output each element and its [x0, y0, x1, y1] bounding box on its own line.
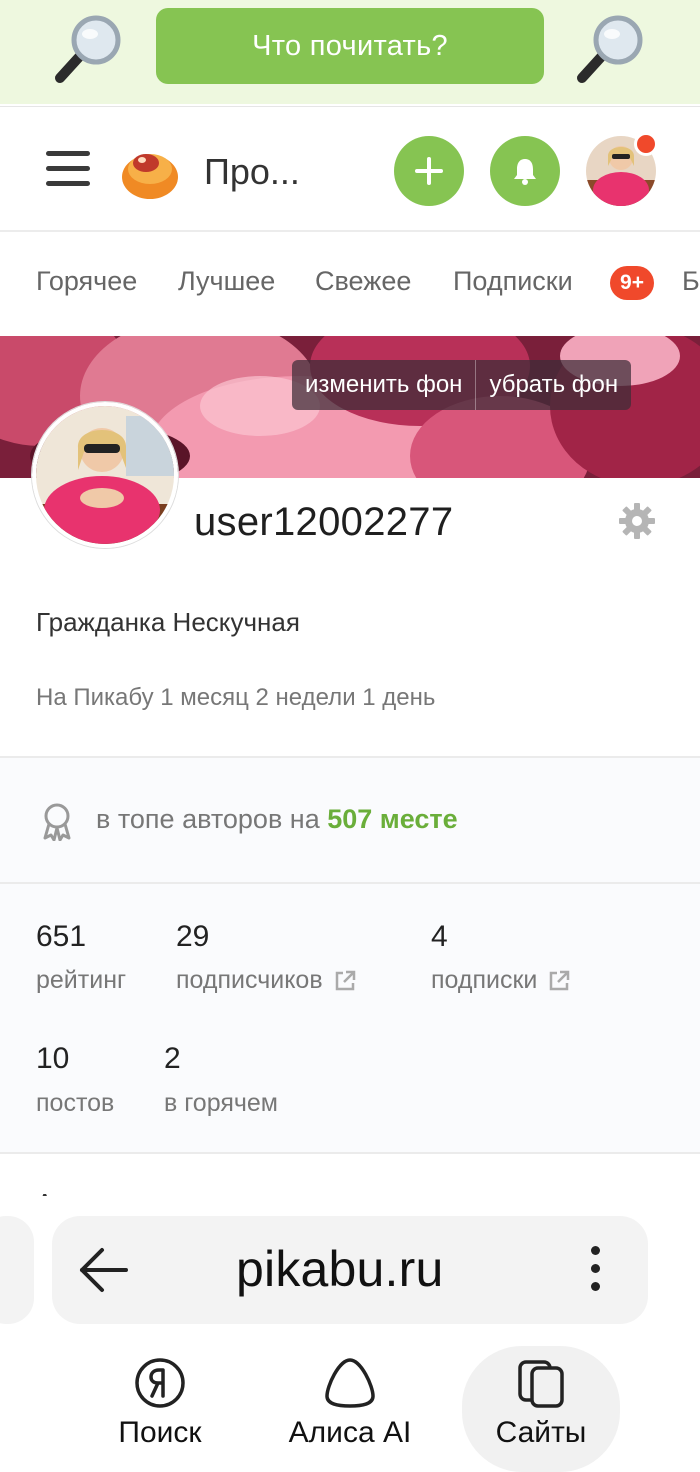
notification-dot: [634, 132, 658, 156]
profile-username: user12002277: [194, 500, 454, 544]
cover-actions: изменить фон убрать фон: [292, 360, 632, 410]
screen: Что почитать? Про... Горячее Лучшее Свеж…: [0, 0, 700, 1472]
tab-hot[interactable]: Горячее: [36, 266, 137, 297]
header-title: Про...: [204, 151, 300, 192]
remove-cover-button[interactable]: убрать фон: [476, 360, 631, 410]
site-header: Про...: [0, 106, 700, 232]
profile-subtitle: Гражданка Нескучная: [36, 607, 300, 637]
tab-fresh[interactable]: Свежее: [315, 266, 411, 297]
nav-search[interactable]: Поиск: [110, 1356, 210, 1450]
change-cover-button[interactable]: изменить фон: [292, 360, 475, 410]
what-to-read-button[interactable]: Что почитать?: [156, 8, 544, 84]
nav-sites-label: Сайты: [495, 1416, 587, 1449]
pikabu-logo[interactable]: [120, 143, 180, 201]
profile-since: На Пикабу 1 месяц 2 недели 1 день: [36, 684, 436, 711]
plus-icon: [415, 157, 443, 185]
award-icon: [43, 803, 71, 841]
external-link-icon: [335, 970, 355, 990]
hot-value: 2: [164, 1042, 181, 1075]
avatar-photo: [36, 406, 174, 544]
nav-search-label: Поиск: [118, 1416, 202, 1449]
address-url[interactable]: pikabu.ru: [236, 1240, 444, 1298]
rating-label: рейтинг: [36, 966, 127, 994]
nav-sites[interactable]: Сайты: [486, 1356, 596, 1450]
tabs-icon: [518, 1360, 564, 1408]
nav-alice[interactable]: Алиса AI: [280, 1356, 420, 1450]
subscriptions-value[interactable]: 4: [431, 920, 448, 954]
gear-icon[interactable]: [618, 502, 656, 540]
followers-link[interactable]: подписчиков: [176, 966, 357, 995]
more-menu-icon[interactable]: [588, 1246, 602, 1296]
external-link-icon: [550, 970, 570, 990]
posts-value: 10: [36, 1042, 70, 1075]
followers-label: подписчиков: [176, 966, 323, 994]
alice-icon: [325, 1358, 375, 1408]
bell-icon: [514, 159, 536, 185]
feed-tabs: Горячее Лучшее Свежее Подписки Б: [0, 234, 700, 334]
divider: [0, 1152, 700, 1154]
rank-text[interactable]: в топе авторов на 507 месте: [96, 804, 458, 835]
subscriptions-link[interactable]: подписки: [431, 966, 571, 995]
subscriptions-label: подписки: [431, 966, 538, 994]
magnifier-icon: [55, 15, 121, 83]
magnifier-icon: [577, 15, 643, 83]
add-post-button[interactable]: [394, 136, 464, 206]
rating-value: 651: [36, 920, 87, 953]
notifications-button[interactable]: [490, 136, 560, 206]
followers-value[interactable]: 29: [176, 920, 209, 954]
previous-tab-stub[interactable]: [0, 1216, 34, 1324]
yandex-icon: [135, 1358, 185, 1408]
profile-avatar[interactable]: [32, 402, 178, 548]
back-arrow-icon[interactable]: [78, 1246, 130, 1294]
hot-label: в горячем: [164, 1089, 278, 1117]
nav-alice-label: Алиса AI: [288, 1416, 412, 1449]
tab-best[interactable]: Лучшее: [178, 266, 275, 297]
posts-label: постов: [36, 1089, 115, 1117]
menu-icon[interactable]: [46, 151, 90, 191]
rank-value: 507 месте: [327, 804, 458, 834]
rank-prefix: в топе авторов на: [96, 804, 328, 834]
tab-subscriptions[interactable]: Подписки: [453, 266, 573, 297]
tab-partial[interactable]: Б: [682, 266, 700, 297]
subscriptions-badge: 9+: [610, 266, 654, 300]
